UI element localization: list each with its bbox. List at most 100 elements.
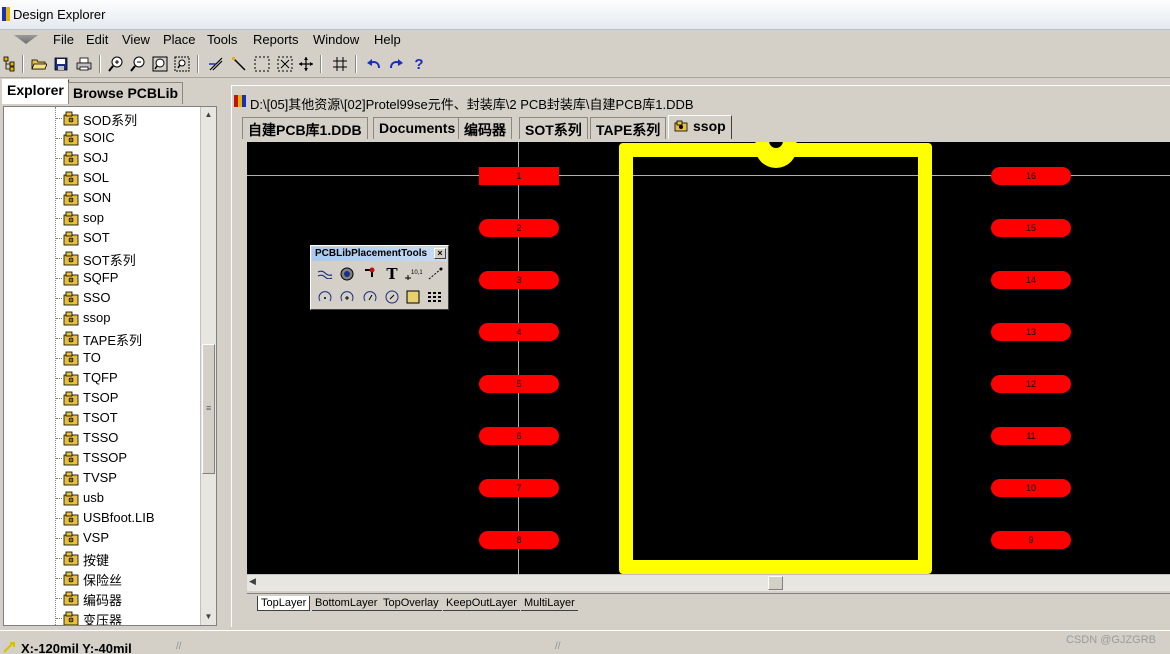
tree-item[interactable]: sop bbox=[4, 208, 200, 228]
menu-help[interactable]: Help bbox=[374, 32, 401, 47]
tab-tape-series[interactable]: TAPE系列 bbox=[590, 117, 667, 139]
close-icon[interactable]: × bbox=[434, 248, 446, 259]
tree-item[interactable]: usb bbox=[4, 488, 200, 508]
scroll-up-icon[interactable]: ▲ bbox=[201, 107, 216, 123]
tree-icon[interactable] bbox=[2, 56, 18, 72]
layer-tab-toplayer[interactable]: TopLayer bbox=[257, 596, 311, 611]
pad-1[interactable]: 1 bbox=[479, 167, 559, 185]
tree-item[interactable]: SOT bbox=[4, 228, 200, 248]
undo-icon[interactable] bbox=[366, 56, 382, 72]
tree-item[interactable]: VSP bbox=[4, 528, 200, 548]
array-icon[interactable] bbox=[426, 288, 444, 306]
layer-tab-bottomlayer[interactable]: BottomLayer bbox=[312, 596, 381, 611]
tree-item[interactable]: 按键 bbox=[4, 548, 200, 568]
scroll-down-icon[interactable]: ▼ bbox=[201, 609, 216, 625]
tree-item[interactable]: SOJ bbox=[4, 148, 200, 168]
menu-tools[interactable]: Tools bbox=[207, 32, 237, 47]
tree-item[interactable]: TSOP bbox=[4, 388, 200, 408]
circle-icon[interactable] bbox=[383, 288, 401, 306]
tab-encoder[interactable]: 编码器 bbox=[458, 117, 512, 139]
layer-tab-keepoutlayer[interactable]: KeepOutLayer bbox=[443, 596, 520, 611]
tree-item[interactable]: SSO bbox=[4, 288, 200, 308]
pad-2[interactable]: 2 bbox=[479, 219, 559, 237]
tab-documents[interactable]: Documents bbox=[373, 117, 462, 139]
zoom-fit-icon[interactable] bbox=[152, 56, 168, 72]
tree-scrollbar[interactable]: ▲ ≡ ▼ bbox=[200, 107, 216, 625]
pad-14[interactable]: 14 bbox=[991, 271, 1071, 289]
tree-item[interactable]: ssop bbox=[4, 308, 200, 328]
tree-item[interactable]: 编码器 bbox=[4, 588, 200, 608]
pcb-canvas[interactable]: 1 2 3 4 5 6 7 8 16 15 14 13 12 11 10 9 bbox=[247, 142, 1170, 574]
coordinate-icon[interactable]: 10,10 bbox=[404, 265, 422, 283]
help-icon[interactable]: ? bbox=[411, 56, 427, 72]
menu-file[interactable]: File bbox=[53, 32, 74, 47]
string-icon[interactable]: T bbox=[383, 265, 401, 283]
tree-item[interactable]: SQFP bbox=[4, 268, 200, 288]
pad-8[interactable]: 8 bbox=[479, 531, 559, 549]
pcblib-placement-tools[interactable]: PCBLibPlacementTools × T 10,10 bbox=[310, 245, 449, 310]
pad-3[interactable]: 3 bbox=[479, 271, 559, 289]
cut-icon[interactable] bbox=[208, 56, 224, 72]
tree-item[interactable]: 保险丝 bbox=[4, 568, 200, 588]
tab-ssop[interactable]: ssop bbox=[668, 115, 732, 139]
save-icon[interactable] bbox=[53, 56, 69, 72]
tree-item[interactable]: USBfoot.LIB bbox=[4, 508, 200, 528]
zoom-in-icon[interactable] bbox=[108, 56, 124, 72]
pad-15[interactable]: 15 bbox=[991, 219, 1071, 237]
tree-item[interactable]: TSOT bbox=[4, 408, 200, 428]
layer-tab-topoverlay[interactable]: TopOverlay bbox=[380, 596, 442, 611]
menu-view[interactable]: View bbox=[122, 32, 150, 47]
tree-item[interactable]: SOD系列 bbox=[4, 108, 200, 128]
menu-reports[interactable]: Reports bbox=[253, 32, 299, 47]
canvas-hscrollbar[interactable]: ◀ bbox=[247, 574, 1170, 591]
select-icon[interactable] bbox=[254, 56, 270, 72]
tree-item[interactable]: SON bbox=[4, 188, 200, 208]
tree-item[interactable]: SOIC bbox=[4, 128, 200, 148]
tab-sot-series[interactable]: SOT系列 bbox=[519, 117, 588, 139]
tab-browse-pcblib[interactable]: Browse PCBLib bbox=[68, 82, 184, 104]
pad-icon[interactable] bbox=[338, 265, 356, 283]
arc-center-icon[interactable] bbox=[316, 288, 334, 306]
tree-item[interactable]: TSSO bbox=[4, 428, 200, 448]
pad-16[interactable]: 16 bbox=[991, 167, 1071, 185]
menu-place[interactable]: Place bbox=[163, 32, 196, 47]
pad-9[interactable]: 9 bbox=[991, 531, 1071, 549]
arc-edge-icon[interactable] bbox=[338, 288, 356, 306]
tree-item[interactable]: 变压器 bbox=[4, 608, 200, 625]
zoom-out-icon[interactable] bbox=[130, 56, 146, 72]
fill-icon[interactable] bbox=[404, 288, 422, 306]
placement-tools-title[interactable]: PCBLibPlacementTools bbox=[312, 247, 447, 261]
deselect-icon[interactable] bbox=[277, 56, 293, 72]
pad-10[interactable]: 10 bbox=[991, 479, 1071, 497]
scroll-left-icon[interactable]: ◀ bbox=[249, 576, 256, 587]
redo-icon[interactable] bbox=[388, 56, 404, 72]
pad-5[interactable]: 5 bbox=[479, 375, 559, 393]
layer-tab-multilayer[interactable]: MultiLayer bbox=[521, 596, 578, 611]
tab-explorer[interactable]: Explorer bbox=[2, 79, 69, 104]
tree-item[interactable]: TQFP bbox=[4, 368, 200, 388]
tree-item[interactable]: SOL bbox=[4, 168, 200, 188]
grid-icon[interactable] bbox=[332, 56, 348, 72]
tree-item[interactable]: SOT系列 bbox=[4, 248, 200, 268]
tree-item[interactable]: TVSP bbox=[4, 468, 200, 488]
hscroll-thumb[interactable] bbox=[768, 576, 783, 590]
wire-icon[interactable] bbox=[231, 56, 247, 72]
print-icon[interactable] bbox=[76, 56, 92, 72]
arc-any-icon[interactable] bbox=[361, 288, 379, 306]
line-icon[interactable] bbox=[316, 265, 334, 283]
pad-6[interactable]: 6 bbox=[479, 427, 559, 445]
move-icon[interactable] bbox=[298, 56, 314, 72]
via-icon[interactable] bbox=[361, 265, 379, 283]
open-icon[interactable] bbox=[31, 56, 47, 72]
menu-window[interactable]: Window bbox=[313, 32, 359, 47]
pad-12[interactable]: 12 bbox=[991, 375, 1071, 393]
dimension-icon[interactable] bbox=[426, 265, 444, 283]
tree-item[interactable]: TSSOP bbox=[4, 448, 200, 468]
pad-11[interactable]: 11 bbox=[991, 427, 1071, 445]
menu-grip-icon[interactable] bbox=[14, 35, 38, 44]
menu-edit[interactable]: Edit bbox=[86, 32, 108, 47]
tree-item[interactable]: TO bbox=[4, 348, 200, 368]
tree-item[interactable]: TAPE系列 bbox=[4, 328, 200, 348]
tree-scroll-thumb[interactable]: ≡ bbox=[202, 344, 215, 474]
pad-4[interactable]: 4 bbox=[479, 323, 559, 341]
